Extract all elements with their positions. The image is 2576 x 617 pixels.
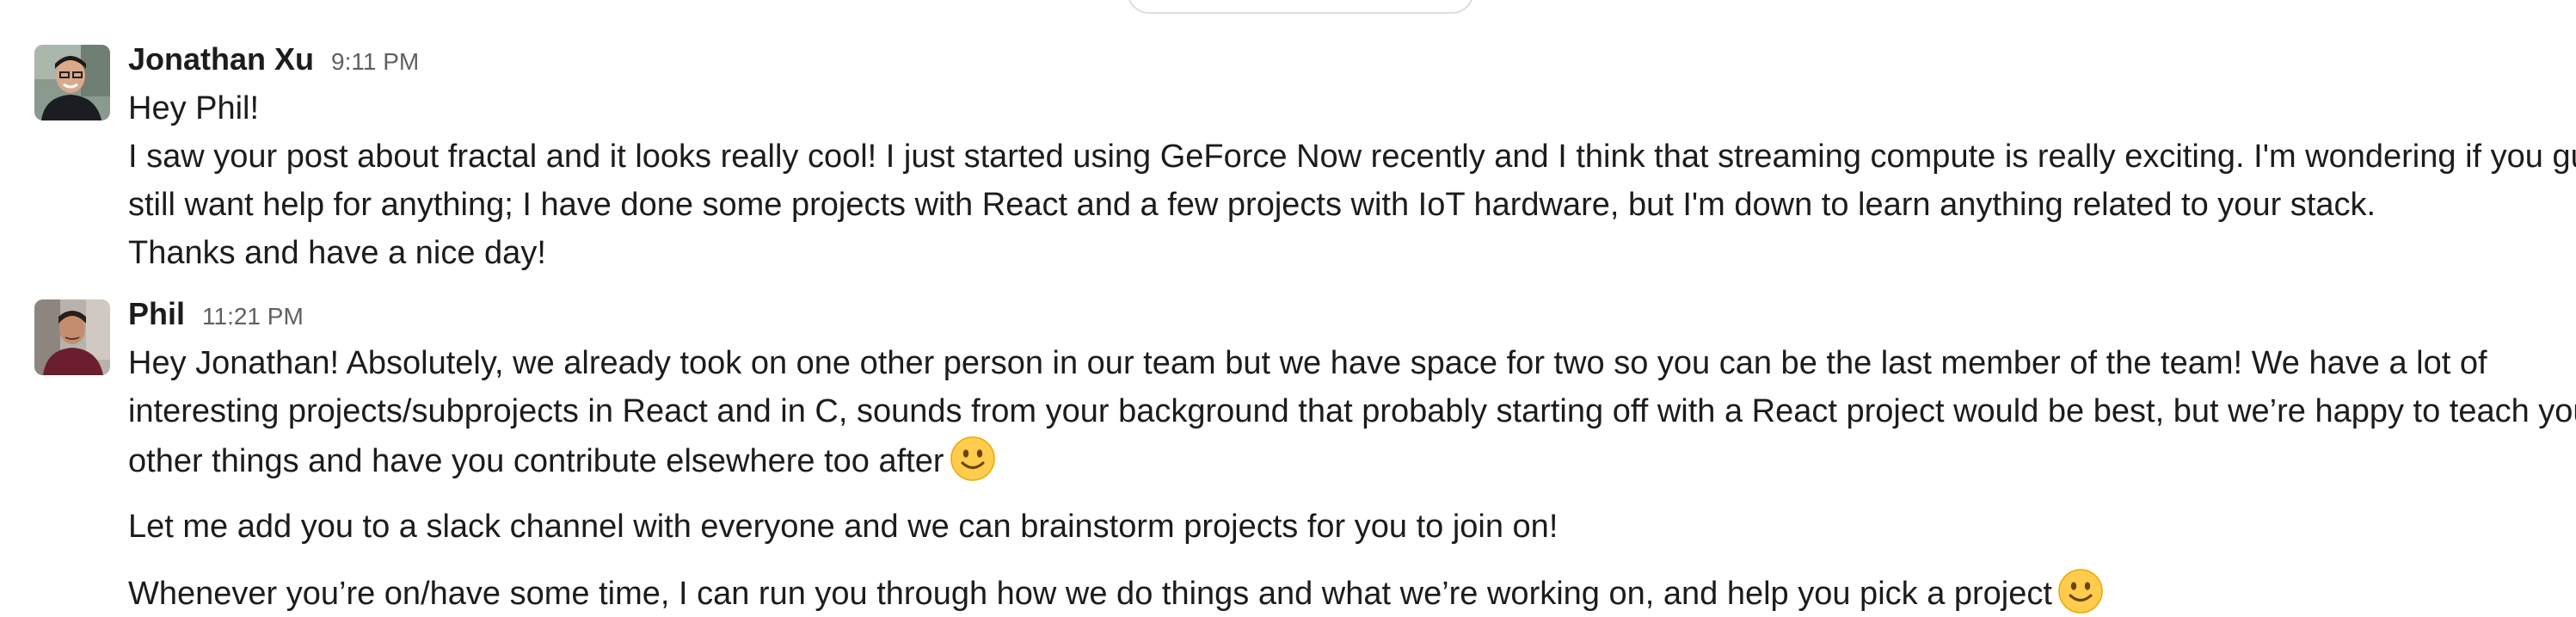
message-line: still want help for anything; I have don… (128, 187, 2376, 223)
message-line-text: Whenever you’re on/have some time, I can… (128, 576, 2052, 612)
message-line-text: other things and have you contribute els… (128, 443, 944, 479)
message-line-with-emoji: Whenever you’re on/have some time, I can… (128, 568, 2567, 617)
message-line-with-emoji: other things and have you contribute els… (128, 435, 2567, 485)
message-line: Let me add you to a slack channel with e… (128, 509, 1559, 545)
slightly-smiling-face-icon[interactable] (2057, 568, 2104, 614)
message-timestamp[interactable]: 9:11 PM (331, 37, 419, 87)
message-header: Phil 11:21 PM (128, 289, 2567, 339)
message-line: interesting projects/subprojects in Reac… (128, 393, 2576, 429)
message-line: Hey Phil! (128, 90, 260, 126)
message-content: Phil 11:21 PM Hey Jonathan! Absolutely, … (128, 289, 2576, 617)
message-line: Thanks and have a nice day! (128, 235, 546, 271)
avatar-jonathan[interactable] (34, 45, 110, 120)
message-timestamp[interactable]: 11:21 PM (202, 292, 304, 342)
user-avatar-photo-icon (34, 45, 110, 120)
sender-name[interactable]: Phil (128, 289, 185, 339)
slightly-smiling-face-icon[interactable] (950, 435, 996, 482)
message-phil: Phil 11:21 PM Hey Jonathan! Absolutely, … (0, 289, 2576, 616)
message-header: Jonathan Xu 9:11 PM (128, 34, 2567, 84)
message-content: Jonathan Xu 9:11 PM Hey Phil! I saw your… (128, 34, 2576, 277)
message-line: I saw your post about fractal and it loo… (128, 139, 2576, 175)
message-jonathan: Jonathan Xu 9:11 PM Hey Phil! I saw your… (0, 34, 2576, 271)
date-divider-pill[interactable] (1127, 0, 1474, 14)
user-avatar-photo-icon (34, 299, 110, 375)
avatar-phil[interactable] (34, 299, 110, 375)
message-line: Hey Jonathan! Absolutely, we already too… (128, 345, 2487, 381)
sender-name[interactable]: Jonathan Xu (128, 34, 314, 84)
